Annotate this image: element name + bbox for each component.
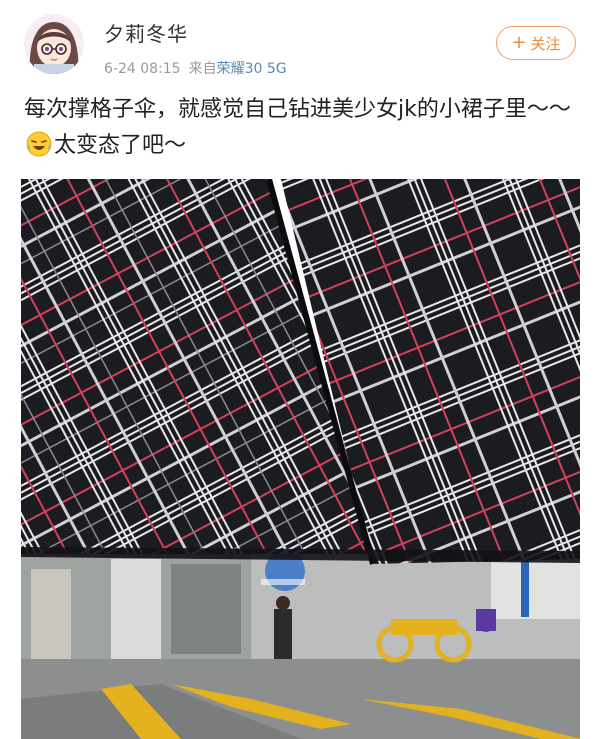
post-text-part1: 每次撑格子伞，就感觉自己钻进美少女jk的小裙子里～～	[24, 97, 571, 122]
device-link[interactable]: 荣耀30 5G	[217, 61, 287, 77]
plus-icon: +	[511, 32, 527, 53]
username[interactable]: 夕莉冬华	[104, 18, 188, 47]
source-prefix: 来自	[188, 61, 217, 77]
post-photo[interactable]	[21, 179, 580, 739]
post-date: 6-24 08:15	[104, 61, 181, 77]
post-text-part2: 太变态了吧～	[54, 133, 187, 158]
post-meta: 6-24 08:15 来自荣耀30 5G	[104, 58, 287, 78]
umbrella-street-photo	[21, 179, 580, 739]
avatar[interactable]	[24, 14, 84, 74]
post-text: 每次撑格子伞，就感觉自己钻进美少女jk的小裙子里～～ 太变态了吧～	[24, 92, 580, 164]
laughing-crying-emoji-icon	[26, 131, 52, 157]
follow-label: 关注	[530, 34, 561, 53]
follow-button[interactable]: + 关注	[496, 26, 576, 60]
anime-girl-avatar-icon	[24, 14, 84, 74]
